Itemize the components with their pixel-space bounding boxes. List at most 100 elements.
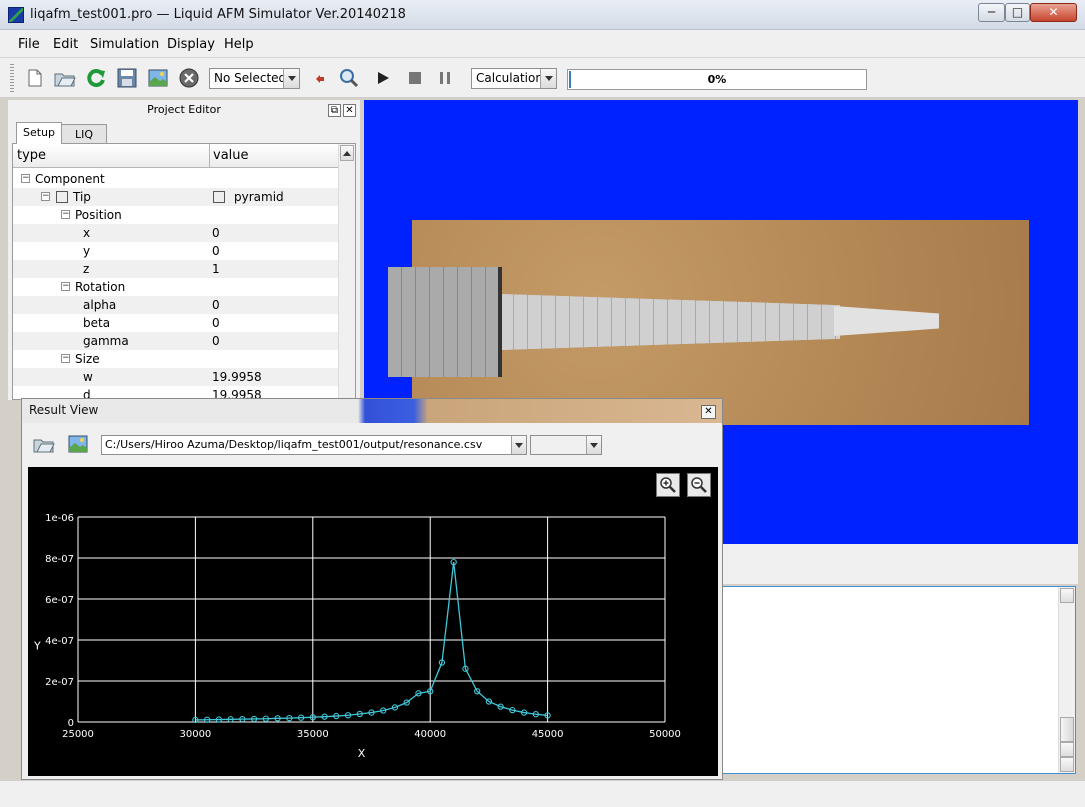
tree-row-label: z xyxy=(83,262,90,276)
tree-row-value[interactable]: 0 xyxy=(212,224,220,242)
toolbar-grip[interactable] xyxy=(10,64,14,92)
tree-row-value[interactable]: 0 xyxy=(212,242,220,260)
tree-row[interactable]: alpha 0 xyxy=(13,296,339,314)
open-folder-icon[interactable] xyxy=(54,67,76,89)
progress-label: 0% xyxy=(707,73,727,86)
collapse-icon[interactable]: − xyxy=(61,210,70,219)
open-folder-icon[interactable] xyxy=(33,433,55,455)
column-type[interactable]: type xyxy=(17,148,46,163)
property-tree: type value − Component − Tip pyramid − Positio… xyxy=(12,143,356,400)
progress-fill xyxy=(569,71,571,88)
image-icon[interactable] xyxy=(67,433,89,455)
tree-row[interactable]: w 19.9958 xyxy=(13,368,339,386)
x-tick-label: 50000 xyxy=(649,729,681,740)
tree-row[interactable]: − Position xyxy=(13,206,339,224)
save-icon[interactable] xyxy=(116,67,138,89)
collapse-icon[interactable]: − xyxy=(61,354,70,363)
mode-combo[interactable]: Calculation xyxy=(471,68,557,89)
play-icon[interactable] xyxy=(372,67,394,89)
log-console[interactable] xyxy=(720,586,1076,774)
tree-row-value[interactable]: 19.9958 xyxy=(212,368,262,386)
tree-row[interactable]: − Size xyxy=(13,350,339,368)
y-tick-label: 6e-07 xyxy=(45,595,74,606)
scroll-up-icon[interactable] xyxy=(1060,742,1074,757)
tree-row-label: Position xyxy=(75,208,122,222)
tab-liq[interactable]: LIQ xyxy=(61,124,107,143)
main-toolbar: No Selected Calculation xyxy=(0,58,1085,98)
menu-file[interactable]: File xyxy=(18,37,40,52)
tree-row-label: Size xyxy=(75,352,100,366)
tree-row-value[interactable]: 0 xyxy=(212,314,220,332)
cantilever-chip xyxy=(388,267,502,377)
menu-display[interactable]: Display xyxy=(167,37,215,52)
window-title: liqafm_test001.pro — Liquid AFM Simulato… xyxy=(30,7,406,22)
close-panel-button[interactable]: ✕ xyxy=(343,104,356,117)
tree-row-value[interactable]: 1 xyxy=(212,260,220,278)
tree-header: type value xyxy=(13,144,339,168)
column-select-combo[interactable] xyxy=(530,435,602,455)
maximize-button[interactable]: □ xyxy=(1005,3,1030,22)
new-file-icon[interactable] xyxy=(24,67,46,89)
console-scrollbar[interactable] xyxy=(1058,587,1075,773)
y-tick-label: 2e-07 xyxy=(45,677,74,688)
tree-row[interactable]: gamma 0 xyxy=(13,332,339,350)
mode-combo-value: Calculation xyxy=(476,71,543,85)
tree-row-value[interactable]: pyramid xyxy=(234,188,284,206)
minimize-button[interactable]: ─ xyxy=(978,3,1005,22)
selection-combo[interactable]: No Selected xyxy=(209,68,300,89)
file-path-combo[interactable]: C:/Users/Hiroo Azuma/Desktop/liqafm_test… xyxy=(101,435,527,455)
result-view-title: Result View xyxy=(29,403,99,417)
collapse-icon[interactable]: − xyxy=(61,282,70,291)
tree-row[interactable]: − Rotation xyxy=(13,278,339,296)
menu-edit[interactable]: Edit xyxy=(53,37,78,52)
tree-row-label: gamma xyxy=(83,334,129,348)
pause-icon[interactable] xyxy=(434,67,456,89)
zoom-icon[interactable] xyxy=(338,67,360,89)
menu-bar: File Edit Simulation Display Help xyxy=(0,30,1085,58)
scroll-up-icon[interactable] xyxy=(1060,588,1074,603)
zoom-out-icon[interactable] xyxy=(687,473,711,497)
scroll-thumb[interactable] xyxy=(1060,717,1074,742)
menu-help[interactable]: Help xyxy=(224,37,254,52)
x-tick-label: 30000 xyxy=(179,729,211,740)
stop-circle-icon[interactable] xyxy=(178,67,200,89)
collapse-icon[interactable]: − xyxy=(21,174,30,183)
tree-row[interactable]: − Component xyxy=(13,170,339,188)
menu-simulation[interactable]: Simulation xyxy=(90,37,159,52)
collapse-icon[interactable]: − xyxy=(41,192,50,201)
tree-row-value[interactable]: 0 xyxy=(212,332,220,350)
tree-row-value[interactable]: 0 xyxy=(212,296,220,314)
close-window-button[interactable]: ✕ xyxy=(1030,3,1077,22)
result-view-titlebar[interactable]: Result View ✕ xyxy=(22,399,722,423)
plot-area[interactable]: 25000 30000 35000 40000 45000 50000 0 2e-07 4e-0… xyxy=(28,467,718,776)
tree-row[interactable]: − Tip pyramid xyxy=(13,188,339,206)
chevron-down-icon[interactable] xyxy=(540,69,556,88)
scroll-up-icon[interactable] xyxy=(340,145,354,161)
undo-icon[interactable] xyxy=(309,67,331,89)
zoom-in-icon[interactable] xyxy=(656,473,680,497)
tree-row-label: w xyxy=(83,370,93,384)
chevron-down-icon[interactable] xyxy=(283,69,299,88)
float-panel-button[interactable]: ⧉ xyxy=(328,104,341,117)
tree-row[interactable]: x0 xyxy=(13,224,339,242)
chevron-down-icon[interactable] xyxy=(586,436,601,454)
stop-icon[interactable] xyxy=(404,67,426,89)
y-tick-label: 0 xyxy=(68,718,74,729)
tree-scrollbar[interactable] xyxy=(338,144,355,399)
tab-setup[interactable]: Setup xyxy=(16,122,62,144)
reload-icon[interactable] xyxy=(85,67,107,89)
component-icon xyxy=(213,191,225,203)
x-tick-label: 35000 xyxy=(297,729,329,740)
file-path-value: C:/Users/Hiroo Azuma/Desktop/liqafm_test… xyxy=(105,438,483,451)
column-value[interactable]: value xyxy=(213,148,249,163)
x-tick-label: 45000 xyxy=(532,729,564,740)
chevron-down-icon[interactable] xyxy=(511,436,526,454)
tree-row[interactable]: z1 xyxy=(13,260,339,278)
close-result-view-button[interactable]: ✕ xyxy=(701,405,716,419)
tree-row[interactable]: y0 xyxy=(13,242,339,260)
image-icon[interactable] xyxy=(147,67,169,89)
tree-row[interactable]: beta 0 xyxy=(13,314,339,332)
x-axis-label: X xyxy=(358,747,366,760)
tree-row-label: Component xyxy=(35,172,105,186)
scroll-down-icon[interactable] xyxy=(1060,757,1074,772)
